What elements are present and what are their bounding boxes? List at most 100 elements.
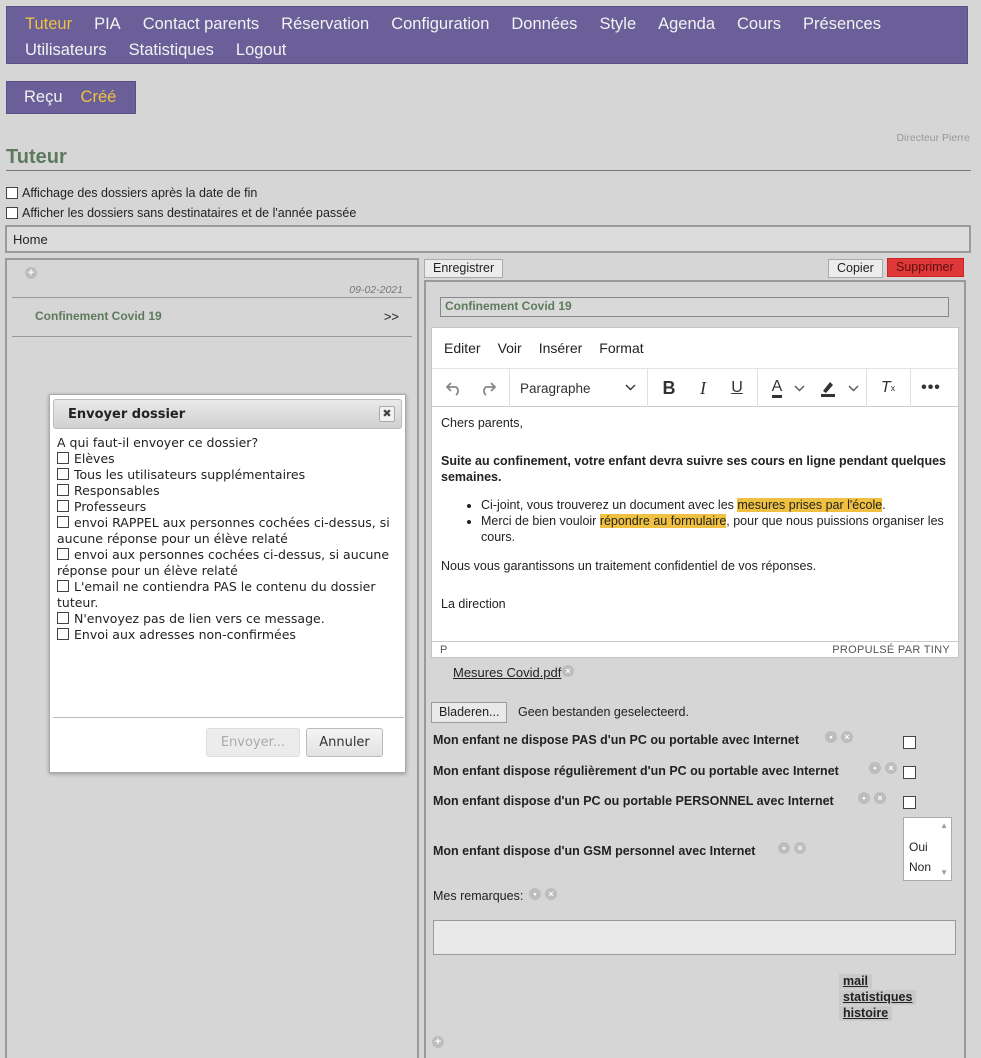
cancel-button[interactable]: Annuler [306,728,383,757]
nav-pia[interactable]: PIA [94,15,121,34]
delete-button[interactable]: Supprimer [887,258,964,277]
list-item-title[interactable]: Confinement Covid 19 [35,309,162,323]
nav-statistiques[interactable]: Statistiques [129,41,214,60]
nav-contact-parents[interactable]: Contact parents [143,15,259,34]
powered-by-tiny[interactable]: PROPULSÉ PAR TINY [832,644,950,656]
option-sans-lien: N'envoyez pas de lien vers ce message. [57,611,402,627]
page-title: Tuteur [6,146,67,168]
mail-link[interactable]: mail [839,974,873,989]
editor-bullet: Merci de bien vouloir répondre au formul… [481,513,951,545]
list-item-open-arrow[interactable]: >> [384,309,399,324]
nav-presences[interactable]: Présences [803,15,881,34]
gsm-select[interactable]: ▲ Oui Non ▼ [903,817,952,881]
italic-icon[interactable]: I [688,369,718,407]
nav-logout[interactable]: Logout [236,41,286,60]
option-label: L'email ne contiendra PAS le contenu du … [57,579,376,610]
question-no-pc-checkbox[interactable] [903,736,916,749]
subnav-recu[interactable]: Reçu [24,88,63,107]
editor-content[interactable]: Chers parents, Suite au confinement, vot… [441,415,951,612]
option-checkbox[interactable] [57,580,69,592]
menu-voir[interactable]: Voir [498,340,522,356]
delete-question-icon[interactable]: × [841,731,853,743]
edit-icon[interactable]: • [869,762,881,774]
copy-button[interactable]: Copier [828,259,883,278]
attachment-link[interactable]: Mesures Covid.pdf [453,665,561,680]
add-icon[interactable]: + [432,1036,444,1048]
breadcrumb-home[interactable]: Home [13,232,48,247]
nav-tuteur[interactable]: Tuteur [25,15,72,34]
undo-icon[interactable] [440,369,468,407]
save-button[interactable]: Enregistrer [424,259,504,278]
show-after-end-label: Affichage des dossiers après la date de … [22,186,258,200]
option-checkbox[interactable] [57,452,69,464]
show-after-end-checkbox[interactable] [6,187,18,199]
underline-icon[interactable]: U [722,369,752,407]
bullet-text: . [882,498,886,512]
browse-button[interactable]: Bladeren... [431,702,508,723]
option-sans-contenu: L'email ne contiendra PAS le contenu du … [57,579,402,611]
option-checkbox[interactable] [57,628,69,640]
statistics-link[interactable]: statistiques [839,990,917,1005]
edit-icon[interactable]: • [825,731,837,743]
gsm-option-oui[interactable]: Oui [909,840,928,854]
delete-question-icon[interactable]: × [794,842,806,854]
edit-icon[interactable]: • [858,792,870,804]
option-label: envoi aux personnes cochées ci-dessus, s… [57,547,390,578]
nav-agenda[interactable]: Agenda [658,15,715,34]
close-icon[interactable]: ✖ [379,406,395,422]
delete-question-icon[interactable]: × [885,762,897,774]
dossier-title-input[interactable]: Confinement Covid 19 [440,297,949,317]
menu-inserer[interactable]: Insérer [539,340,583,356]
bold-icon[interactable]: B [654,369,684,407]
option-label: Tous les utilisateurs supplémentaires [74,467,306,482]
option-checkbox[interactable] [57,516,69,528]
element-path[interactable]: P [440,644,447,656]
history-link[interactable]: histoire [839,1006,893,1021]
question-personal-pc-checkbox[interactable] [903,796,916,809]
option-checkbox[interactable] [57,484,69,496]
editor-greeting: Chers parents, [441,416,523,430]
remarks-textarea[interactable] [433,920,956,955]
edit-icon[interactable]: • [778,842,790,854]
send-button[interactable]: Envoyer... [206,728,300,757]
dialog-header: Envoyer dossier ✖ [53,399,402,429]
show-no-recipients-checkbox[interactable] [6,207,18,219]
gsm-option-non[interactable]: Non [909,860,931,874]
delete-question-icon[interactable]: × [545,888,557,900]
subnav-cree[interactable]: Créé [81,88,117,107]
menu-format[interactable]: Format [599,340,643,356]
redo-icon[interactable] [474,369,502,407]
delete-question-icon[interactable]: × [874,792,886,804]
text-color-chevron-icon[interactable] [792,369,806,407]
question-regular-pc-checkbox[interactable] [903,766,916,779]
nav-utilisateurs[interactable]: Utilisateurs [25,41,107,60]
more-icon[interactable]: ••• [916,369,946,407]
text-color-icon[interactable]: A [764,369,790,407]
send-dossier-dialog: Envoyer dossier ✖ A qui faut-il envoyer … [49,394,406,773]
highlighted-text: répondre au formulaire [599,514,727,528]
dialog-title: Envoyer dossier [68,407,186,422]
block-format-select[interactable]: Paragraphe [514,369,642,407]
menu-editer[interactable]: Editer [444,340,481,356]
highlight-color-icon[interactable] [815,369,841,407]
scroll-down-icon[interactable]: ▼ [940,868,948,877]
add-icon[interactable]: + [25,267,37,279]
rich-text-editor: Editer Voir Insérer Format Paragraphe B … [431,327,959,658]
nav-configuration[interactable]: Configuration [391,15,489,34]
clear-formatting-icon[interactable]: Tx [874,369,902,407]
option-label: Responsables [74,483,160,498]
option-checkbox[interactable] [57,468,69,480]
block-format-label: Paragraphe [520,380,591,396]
remove-attachment-icon[interactable]: × [562,665,574,677]
nav-donnees[interactable]: Données [511,15,577,34]
nav-reservation[interactable]: Réservation [281,15,369,34]
highlight-chevron-icon[interactable] [846,369,860,407]
option-checkbox[interactable] [57,612,69,624]
list-divider [12,297,412,298]
option-checkbox[interactable] [57,500,69,512]
nav-cours[interactable]: Cours [737,15,781,34]
option-checkbox[interactable] [57,548,69,560]
nav-style[interactable]: Style [599,15,636,34]
scroll-up-icon[interactable]: ▲ [940,821,948,830]
edit-icon[interactable]: • [529,888,541,900]
